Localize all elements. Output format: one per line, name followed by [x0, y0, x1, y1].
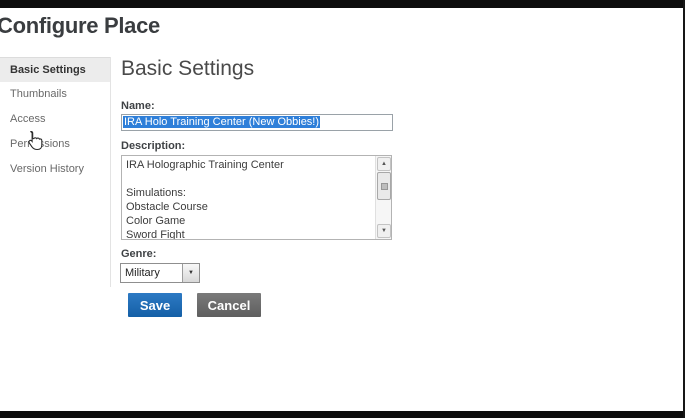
scroll-up-button[interactable]: ▲	[377, 157, 391, 171]
description-line: Color Game	[126, 214, 375, 228]
description-line	[126, 172, 375, 186]
sidebar-item-version-history[interactable]: Version History	[0, 157, 110, 182]
name-input-selected-text: IRA Holo Training Center (New Obbies!)	[123, 116, 320, 128]
sidebar-item-basic-settings[interactable]: Basic Settings	[0, 57, 110, 82]
scrollbar-thumb[interactable]	[377, 172, 391, 200]
scroll-up-icon: ▲	[381, 161, 387, 167]
page-title: Configure Place	[0, 13, 160, 39]
description-label: Description:	[121, 140, 185, 152]
configure-place-page: Configure Place Basic Settings Thumbnail…	[0, 0, 685, 418]
sidebar-item-thumbnails[interactable]: Thumbnails	[0, 82, 110, 107]
description-line: Simulations:	[126, 186, 375, 200]
cancel-button[interactable]: Cancel	[197, 293, 261, 317]
scroll-down-icon: ▼	[381, 228, 387, 234]
textarea-scrollbar[interactable]: ▲ ▼	[375, 156, 391, 239]
top-black-bar	[0, 0, 685, 8]
name-label: Name:	[121, 100, 155, 112]
scroll-down-button[interactable]: ▼	[377, 224, 391, 238]
genre-dropdown-button[interactable]: ▼	[182, 264, 199, 282]
sidebar: Basic Settings Thumbnails Access Permiss…	[0, 57, 111, 287]
description-textarea[interactable]: IRA Holographic Training Center Simulati…	[121, 155, 392, 240]
genre-label: Genre:	[121, 248, 156, 260]
genre-selected-value: Military	[125, 264, 160, 282]
name-input[interactable]: IRA Holo Training Center (New Obbies!)	[121, 114, 393, 131]
dropdown-arrow-icon: ▼	[183, 264, 199, 282]
save-button[interactable]: Save	[128, 293, 182, 317]
section-heading: Basic Settings	[121, 57, 254, 81]
sidebar-item-permissions[interactable]: Permissions	[0, 132, 110, 157]
description-line: IRA Holographic Training Center	[126, 158, 375, 172]
description-line: Sword Fight	[126, 228, 375, 240]
description-text: IRA Holographic Training Center Simulati…	[122, 158, 375, 240]
description-line: Obstacle Course	[126, 200, 375, 214]
genre-select[interactable]: Military ▼	[120, 263, 200, 283]
bottom-black-bar	[0, 411, 685, 418]
sidebar-item-access[interactable]: Access	[0, 107, 110, 132]
